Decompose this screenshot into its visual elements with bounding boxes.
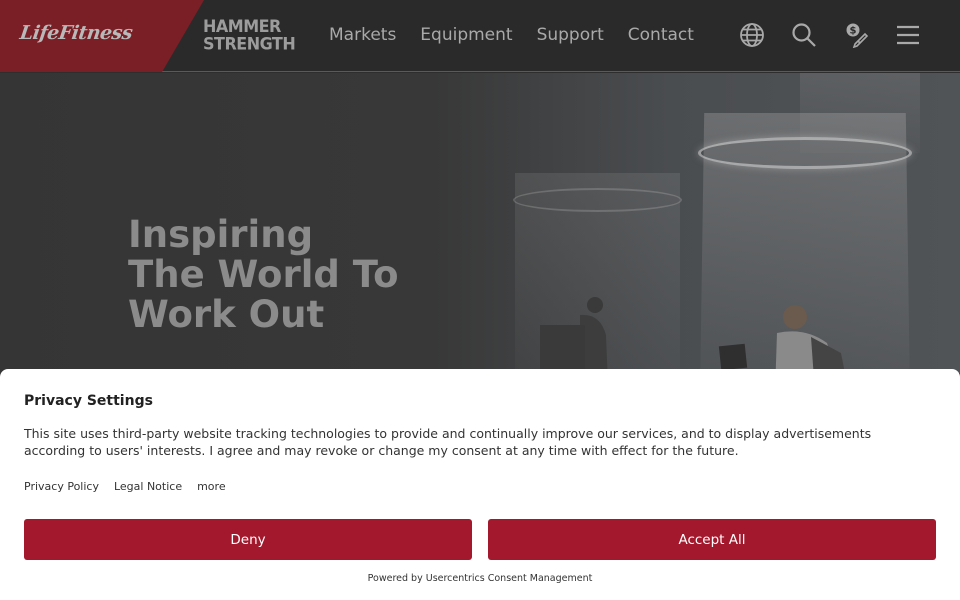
hero-headline-line2: The World To (128, 253, 399, 296)
consent-title: Privacy Settings (24, 393, 153, 409)
powered-by-text: Powered by (367, 573, 423, 584)
powered-by-footer: Powered by Usercentrics Consent Manageme… (0, 573, 960, 584)
halo-light-ring (513, 188, 682, 212)
gym-user-figure (540, 297, 608, 373)
usercentrics-link[interactable]: Usercentrics Consent Management (426, 573, 593, 584)
life-fitness-logo-block[interactable]: LifeFitness (0, 0, 204, 72)
nav-support[interactable]: Support (537, 25, 604, 45)
privacy-consent-dialog: Privacy Settings This site uses third-pa… (0, 369, 960, 600)
deny-button[interactable]: Deny (24, 519, 472, 560)
privacy-policy-link[interactable]: Privacy Policy (24, 480, 99, 493)
menu-icon[interactable] (895, 22, 921, 48)
main-nav: Markets Equipment Support Contact (329, 25, 694, 45)
hero-headline-line3: Work Out (128, 293, 325, 336)
site-header: LifeFitness HAMMER STRENGTH Markets Equi… (0, 0, 960, 72)
nav-contact[interactable]: Contact (628, 25, 694, 45)
legal-notice-link[interactable]: Legal Notice (114, 480, 182, 493)
accept-all-button[interactable]: Accept All (488, 519, 936, 560)
price-tag-icon[interactable]: $ (843, 22, 869, 48)
nav-markets[interactable]: Markets (329, 25, 396, 45)
life-fitness-logo[interactable]: LifeFitness (18, 22, 133, 44)
consent-description: This site uses third-party website track… (24, 426, 872, 458)
hero-banner: Inspiring The World To Work Out (0, 73, 960, 373)
consent-links: Privacy Policy Legal Notice more (24, 480, 226, 493)
halo-light-ring (698, 137, 912, 169)
svg-text:$: $ (850, 26, 857, 37)
nav-equipment[interactable]: Equipment (420, 25, 512, 45)
gym-user-figure (718, 305, 845, 373)
hammer-strength-logo[interactable]: HAMMER STRENGTH (203, 16, 296, 54)
search-icon[interactable] (791, 22, 817, 48)
hero-headline-line1: Inspiring (128, 213, 314, 256)
hammer-strength-logo-line2: STRENGTH (203, 33, 296, 54)
hero-headline: Inspiring The World To Work Out (128, 215, 399, 335)
hammer-strength-logo-line1: HAMMER (203, 16, 281, 37)
globe-icon[interactable] (739, 22, 765, 48)
more-link[interactable]: more (197, 480, 226, 493)
